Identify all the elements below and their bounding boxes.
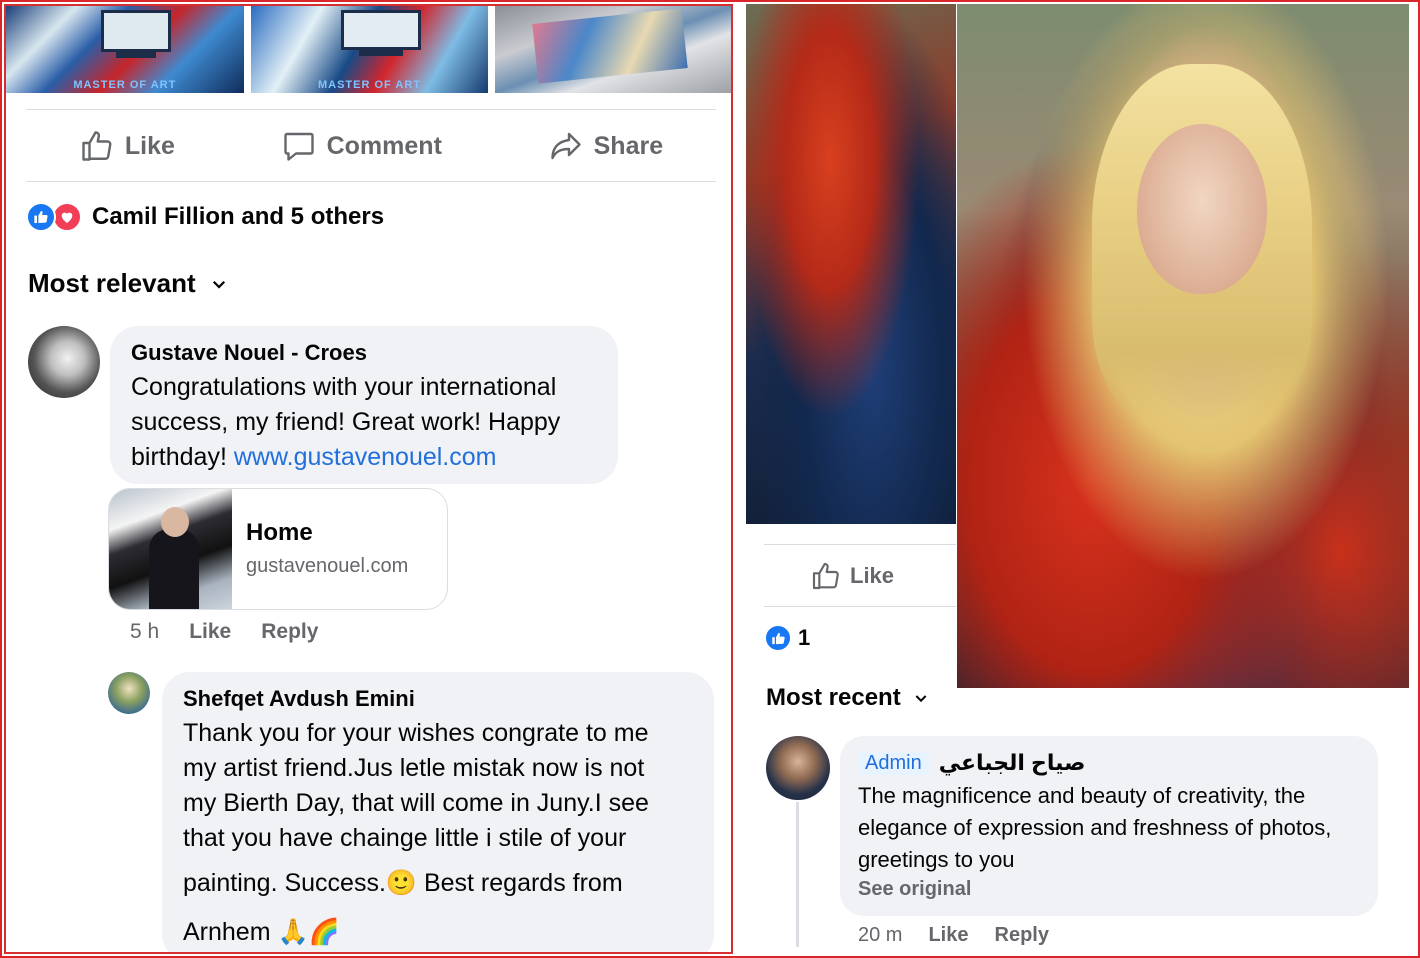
admin-badge: Admin: [858, 751, 929, 775]
comment-reply-button[interactable]: Reply: [261, 620, 318, 644]
reactions-summary[interactable]: 1: [764, 624, 810, 652]
comment-time[interactable]: 5 h: [130, 620, 159, 644]
comment-text: Congratulations with your international …: [131, 373, 561, 471]
right-post-panel: Like 1 Most recent Admin صياح الجباعي Th…: [744, 4, 1412, 954]
divider: [26, 181, 716, 182]
link-preview-card[interactable]: Home gustavenouel.com: [108, 488, 448, 610]
comment-like-button[interactable]: Like: [928, 924, 968, 947]
avatar[interactable]: [108, 672, 150, 714]
avatar[interactable]: [28, 326, 100, 398]
thumbs-up-icon: [82, 131, 112, 161]
like-reaction-icon: [764, 624, 792, 652]
like-label: Like: [124, 131, 175, 160]
reaction-icons: [26, 202, 84, 232]
see-original-link[interactable]: See original: [858, 878, 1360, 901]
sort-label: Most relevant: [28, 268, 196, 298]
chevron-down-icon: [212, 280, 225, 289]
link-preview-title: Home: [246, 519, 313, 546]
comment-author[interactable]: صياح الجباعي: [939, 750, 1086, 776]
comment-bubble: Gustave Nouel - Croes Congratulations wi…: [110, 326, 618, 484]
thread-line: [796, 802, 799, 947]
share-label: Share: [593, 131, 664, 160]
like-reaction-icon: [26, 202, 56, 232]
link-preview-domain: gustavenouel.com: [246, 555, 409, 577]
like-label: Like: [850, 563, 895, 588]
divider: [26, 109, 716, 110]
photo-thumbnails: MASTER OF ART MASTER OF ART: [6, 6, 731, 93]
sort-label: Most recent: [766, 684, 901, 711]
avatar[interactable]: [766, 736, 830, 800]
love-reaction-icon: [52, 202, 82, 232]
reaction-count: 1: [798, 625, 811, 650]
comment-meta: 20 m Like Reply: [858, 924, 1049, 947]
divider: [764, 544, 956, 545]
comment-sort-dropdown[interactable]: Most relevant: [28, 268, 228, 299]
thumbnail-1[interactable]: MASTER OF ART: [6, 6, 244, 93]
divider: [764, 606, 956, 607]
post-action-bar: Like Comment Share: [26, 111, 716, 181]
like-button[interactable]: Like: [810, 560, 894, 592]
comment-reply-button[interactable]: Reply: [995, 924, 1049, 947]
like-button[interactable]: Like: [79, 128, 175, 164]
share-button[interactable]: Share: [548, 128, 663, 164]
left-post-panel: MASTER OF ART MASTER OF ART Like Comment…: [4, 4, 733, 954]
thumbnail-caption: MASTER OF ART: [73, 79, 177, 91]
reactions-text: Camil Fillion and 5 others: [92, 203, 385, 230]
comment-like-button[interactable]: Like: [189, 620, 231, 644]
thumbnail-3[interactable]: [495, 6, 731, 93]
comment-meta: 5 h Like Reply: [130, 620, 318, 644]
reply-text: Thank you for your wishes congrate to me…: [183, 719, 649, 946]
comment-time[interactable]: 20 m: [858, 924, 902, 947]
comment-bubble: Admin صياح الجباعي The magnificence and …: [840, 736, 1378, 916]
comment-header: Admin صياح الجباعي: [858, 750, 1360, 776]
reply-author[interactable]: Shefqet Avdush Emini: [183, 686, 693, 712]
share-icon: [550, 132, 581, 160]
thumbnail-2[interactable]: MASTER OF ART: [250, 6, 489, 93]
link-preview-image: [109, 489, 232, 609]
thumbnail-caption: MASTER OF ART: [317, 79, 422, 91]
comment-text: The magnificence and beauty of creativit…: [858, 783, 1332, 872]
comment-label: Comment: [326, 131, 442, 160]
thumbs-up-icon: [812, 562, 839, 590]
comment-button[interactable]: Comment: [281, 128, 442, 164]
reply-bubble: Shefqet Avdush Emini Thank you for your …: [162, 672, 714, 952]
comment-icon: [283, 132, 314, 161]
comment-link[interactable]: www.gustavenouel.com: [234, 443, 497, 471]
reactions-summary[interactable]: Camil Fillion and 5 others: [26, 202, 384, 232]
portrait-painting[interactable]: [957, 4, 1409, 688]
chevron-down-icon: [915, 695, 927, 703]
comment-sort-dropdown[interactable]: Most recent: [766, 684, 929, 712]
comment-author[interactable]: Gustave Nouel - Croes: [131, 340, 597, 366]
background-painting: [746, 4, 956, 524]
